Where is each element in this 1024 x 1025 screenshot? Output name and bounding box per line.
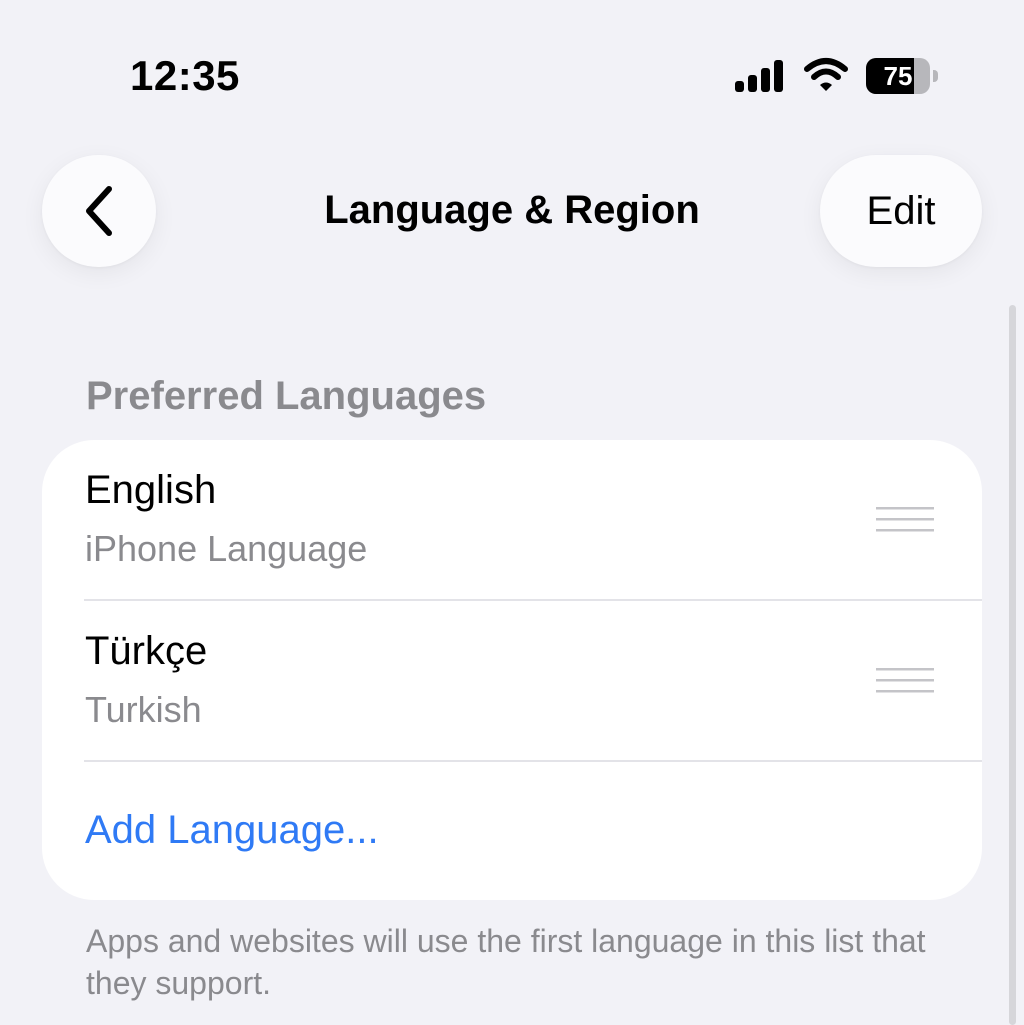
separator (84, 760, 982, 762)
add-language-button[interactable]: Add Language... (85, 808, 379, 853)
language-subtitle: iPhone Language (85, 528, 368, 569)
language-subtitle: Turkish (85, 689, 202, 730)
status-time: 12:35 (130, 52, 240, 99)
scroll-indicator[interactable] (1009, 305, 1016, 1025)
signal-icon (735, 60, 783, 92)
language-name: English (85, 468, 217, 512)
section-header: Preferred Languages (86, 374, 487, 418)
battery-body: 75 (866, 58, 930, 94)
language-name: Türkçe (85, 629, 208, 673)
battery-level: 75 (883, 61, 913, 91)
preferred-languages-list: English iPhone Language Türkçe Turkish A… (42, 440, 982, 900)
language-row-english[interactable]: English iPhone Language (42, 440, 982, 600)
status-bar: 12:35 75 (0, 0, 1024, 140)
reorder-handle-icon[interactable] (876, 502, 934, 538)
battery-icon: 75 (866, 58, 940, 94)
footer-note: Apps and websites will use the first lan… (86, 923, 926, 1001)
language-row-turkish[interactable]: Türkçe Turkish (42, 601, 982, 761)
reorder-handle-icon[interactable] (876, 663, 934, 699)
battery-tip (933, 70, 938, 82)
wifi-icon (804, 58, 848, 91)
edit-button[interactable]: Edit (820, 155, 982, 267)
